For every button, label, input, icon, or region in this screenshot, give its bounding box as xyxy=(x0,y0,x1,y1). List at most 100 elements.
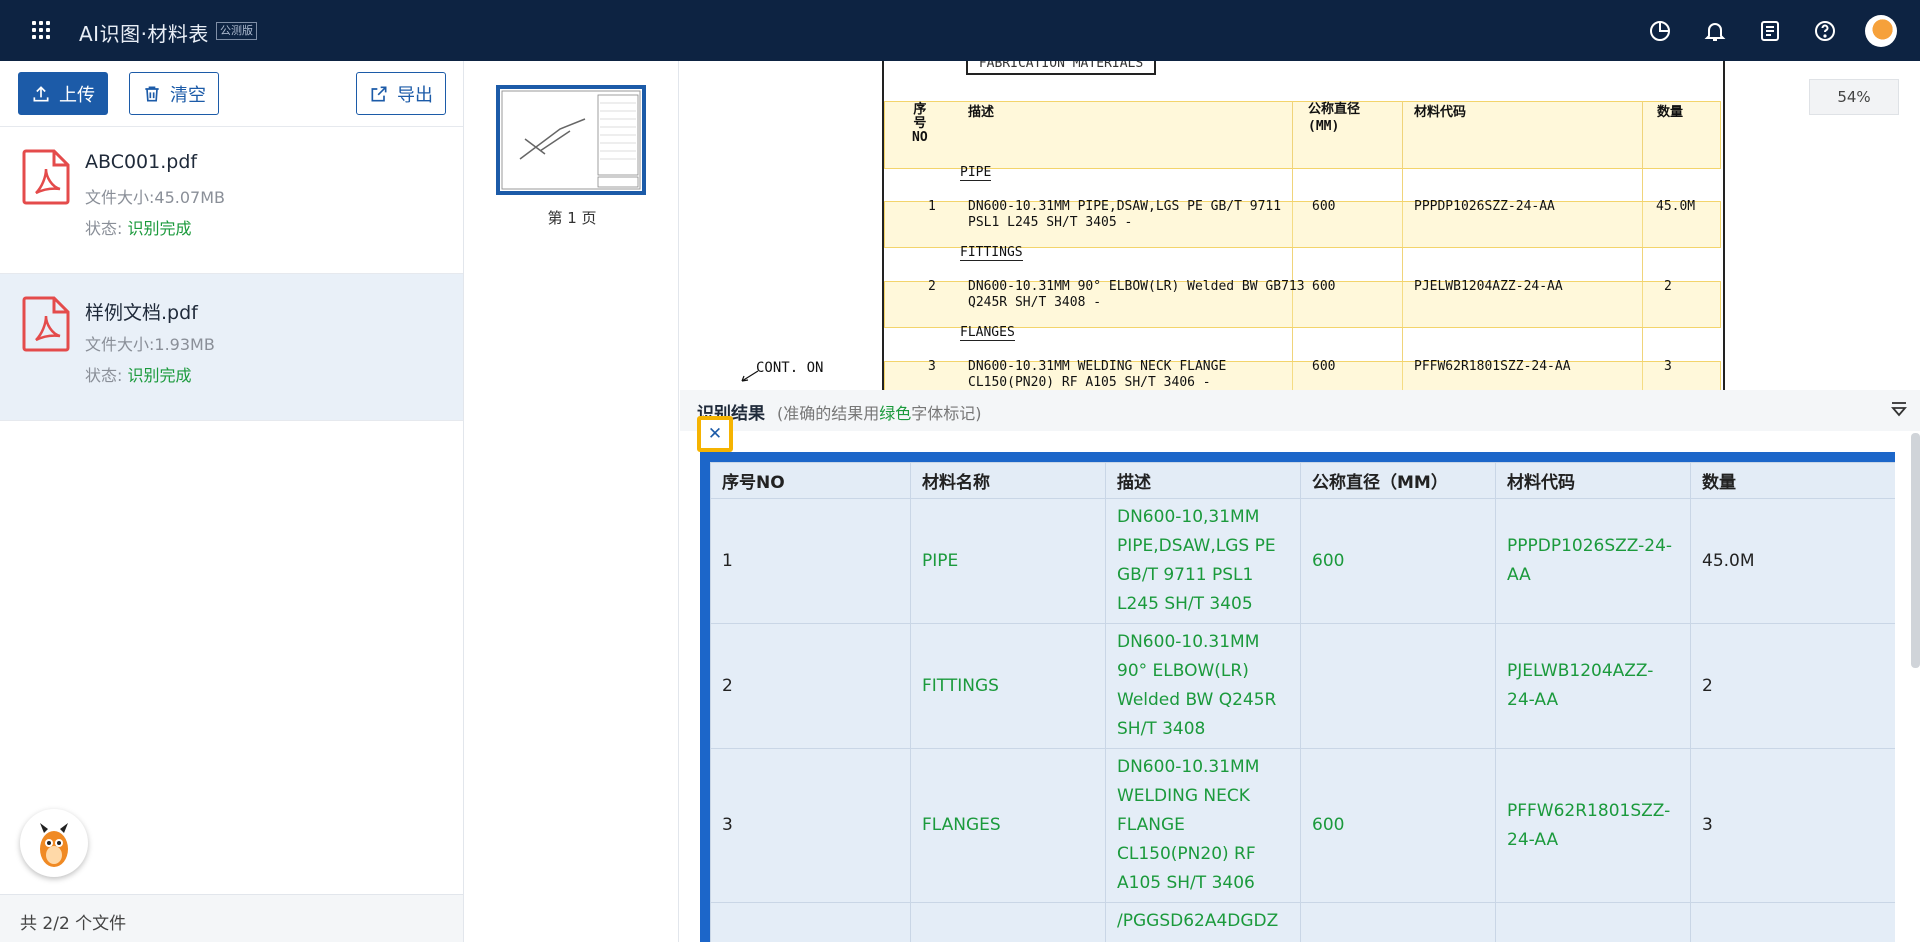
cell-no xyxy=(710,902,911,942)
drawing-row-no: 2 xyxy=(928,279,936,294)
zoom-level[interactable]: 54% xyxy=(1809,79,1899,115)
cell-dn[interactable]: 600 xyxy=(1300,498,1496,624)
cell-dn[interactable]: 600 xyxy=(1300,748,1496,903)
pdf-file-icon xyxy=(22,149,70,205)
drawing-row-code: PJELWB1204AZZ-24-AA xyxy=(1414,279,1563,294)
upload-button[interactable]: 上传 xyxy=(18,72,108,115)
drawing-row-dn: 600 xyxy=(1312,279,1336,294)
cell-name[interactable]: PIPE xyxy=(910,498,1106,624)
cell-desc[interactable]: DN600-10,31MM PIPE,DSAW,LGS PE GB/T 9711… xyxy=(1105,498,1301,624)
cell-desc[interactable]: DN600-10.31MM 90° ELBOW(LR) Welded BW Q2… xyxy=(1105,623,1301,749)
drawing-row-no: 1 xyxy=(928,199,936,214)
cell-name[interactable]: FLANGES xyxy=(910,748,1106,903)
drawing-header-no: 序 号 NO xyxy=(912,102,928,145)
file-item-sample[interactable]: 样例文档.pdf 文件大小:1.93MB 状态: 识别完成 xyxy=(0,274,463,421)
page-thumbnails: 第 1 页 xyxy=(465,61,679,942)
history-icon[interactable] xyxy=(1648,19,1672,43)
drawing-material-table: FABRICATION MATERIALS 序 号 NO 描述 公称直径 (MM… xyxy=(882,61,1725,390)
drawing-row-desc: DN600-10.31MM 90° ELBOW(LR) Welded BW GB… xyxy=(968,279,1305,294)
upload-icon xyxy=(33,85,49,101)
status-label: 状态: xyxy=(85,366,123,385)
cell-qty[interactable]: 3 xyxy=(1690,748,1895,903)
subtitle-text: 字体标记) xyxy=(911,404,982,423)
cell-code[interactable]: PFFW62R1801SZZ-24-AA xyxy=(1495,748,1691,903)
cell-desc[interactable]: DN600-10.31MM WELDING NECK FLANGE CL150(… xyxy=(1105,748,1301,903)
cell-qty[interactable] xyxy=(1690,902,1895,942)
drawing-row-desc: CL150(PN20) RF A105 SH/T 3406 - xyxy=(968,375,1211,390)
status-label: 状态: xyxy=(85,219,123,238)
cell-code[interactable]: PPPDP1026SZZ-24-AA xyxy=(1495,498,1691,624)
drawing-group: FLANGES xyxy=(960,325,1015,341)
file-name: ABC001.pdf xyxy=(85,151,198,173)
status-value: 识别完成 xyxy=(127,366,192,385)
upload-label: 上传 xyxy=(59,84,95,106)
file-item-abc001[interactable]: ABC001.pdf 文件大小:45.07MB 状态: 识别完成 xyxy=(0,127,463,274)
column-header-name: 材料名称 xyxy=(910,462,1106,499)
clear-label: 清空 xyxy=(170,84,206,106)
cell-name[interactable] xyxy=(910,902,1106,942)
task-list-icon[interactable] xyxy=(1758,19,1782,43)
file-panel: 上传 清空 导出 ABC001.pdf 文件大小:45.07MB 状态: 识别完… xyxy=(0,61,464,942)
apps-grid-icon[interactable] xyxy=(32,21,50,39)
leader-arrow-icon xyxy=(741,370,759,382)
results-subtitle: (准确的结果用绿色字体标记) xyxy=(777,400,982,424)
export-icon xyxy=(371,86,387,101)
column-header-code: 材料代码 xyxy=(1495,462,1691,499)
drawing-row-qty: 3 xyxy=(1664,359,1672,374)
drawing-row-dn: 600 xyxy=(1312,359,1336,374)
bell-icon[interactable] xyxy=(1703,19,1727,43)
drawing-row-code: PPPDP1026SZZ-24-AA xyxy=(1414,199,1555,214)
drawing-title: FABRICATION MATERIALS xyxy=(966,61,1156,75)
cell-name[interactable]: FITTINGS xyxy=(910,623,1106,749)
status-value: 识别完成 xyxy=(127,219,192,238)
file-status: 状态: 识别完成 xyxy=(85,362,192,386)
thumbnail-label: 第 1 页 xyxy=(547,209,597,227)
document-viewer[interactable]: FABRICATION MATERIALS 序 号 NO 描述 公称直径 (MM… xyxy=(680,61,1920,390)
drawing-header-desc: 描述 xyxy=(968,105,995,120)
top-header: AI识图·材料表 公测版 xyxy=(0,0,1920,61)
column-header-dn: 公称直径（MM） xyxy=(1300,462,1496,499)
export-button[interactable]: 导出 xyxy=(356,72,446,115)
cell-no: 1 xyxy=(710,498,911,624)
drawing-side-note: CONT. ON xyxy=(756,360,824,376)
drawing-group: FITTINGS xyxy=(960,245,1023,261)
file-status: 状态: 识别完成 xyxy=(85,215,192,239)
column-header-desc: 描述 xyxy=(1105,462,1301,499)
header-highlight xyxy=(884,101,1721,169)
beta-badge: 公测版 xyxy=(216,22,257,40)
drawing-row-desc: Q245R SH/T 3408 - xyxy=(968,295,1102,310)
results-header: 识别结果 (准确的结果用绿色字体标记) xyxy=(680,390,1920,431)
page-thumbnail-1[interactable] xyxy=(496,85,646,195)
table-row: 1 PIPE DN600-10,31MM PIPE,DSAW,LGS PE GB… xyxy=(710,498,1895,624)
table-header-row: 序号NO 材料名称 描述 公称直径（MM） 材料代码 数量 xyxy=(710,462,1895,499)
drawing-row-no: 3 xyxy=(928,359,936,374)
drawing-row-desc: PSL1 L245 SH/T 3405 - xyxy=(968,215,1133,230)
results-scrollbar[interactable] xyxy=(1911,433,1920,668)
clear-button[interactable]: 清空 xyxy=(129,72,219,115)
drawing-group: PIPE xyxy=(960,165,992,181)
table-row: 3 FLANGES DN600-10.31MM WELDING NECK FLA… xyxy=(710,748,1895,903)
assistant-mascot-icon[interactable] xyxy=(20,809,88,877)
drawing-header-dn: 公称直径 (MM) xyxy=(1308,102,1361,134)
cell-no: 2 xyxy=(710,623,911,749)
file-size: 文件大小:45.07MB xyxy=(85,188,225,207)
close-button[interactable]: ✕ xyxy=(697,416,733,452)
trash-icon xyxy=(145,86,159,101)
user-avatar[interactable] xyxy=(1865,15,1897,47)
help-icon[interactable] xyxy=(1813,19,1837,43)
drawing-row-qty: 2 xyxy=(1664,279,1672,294)
cell-code[interactable] xyxy=(1495,902,1691,942)
cell-dn[interactable] xyxy=(1300,623,1496,749)
drawing-row-dn: 600 xyxy=(1312,199,1336,214)
app-title: AI识图·材料表 xyxy=(79,22,209,46)
drawing-row-code: PFFW62R1801SZZ-24-AA xyxy=(1414,359,1571,374)
cell-desc[interactable]: /PGGSD62A4DGDZ Z-24 DN600 SPIRAL xyxy=(1105,902,1301,942)
export-label: 导出 xyxy=(397,84,433,106)
cell-qty[interactable]: 2 xyxy=(1690,623,1895,749)
close-icon: ✕ xyxy=(707,424,723,444)
cell-dn[interactable] xyxy=(1300,902,1496,942)
file-count: 共 2/2 个文件 xyxy=(0,894,463,942)
cell-code[interactable]: PJELWB1204AZZ-24-AA xyxy=(1495,623,1691,749)
cell-qty[interactable]: 45.0M xyxy=(1690,498,1895,624)
collapse-chevron-icon[interactable] xyxy=(1890,401,1908,419)
